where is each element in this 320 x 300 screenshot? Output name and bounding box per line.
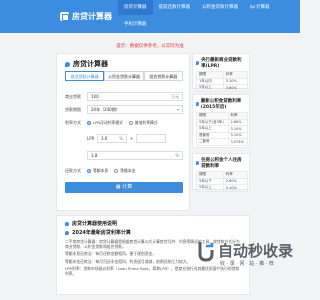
radio-base-mode[interactable]: 基准利率模式 xyxy=(128,119,158,126)
housing-fund-table: 期限 利率 5年以下 2.60% 5年以上 3.10% xyxy=(196,171,249,192)
nav-item-lpr[interactable]: lpr计算器 xyxy=(244,0,275,15)
fund-rate-table: 期限 利率 5年以下(含5年) 2.60% 5年以上 3.10% 首套房 3.10% 二… xyxy=(196,112,248,146)
lpr-rate-title: 央行最新商业贷款利率(LPR) xyxy=(193,54,249,71)
calculate-button-label: 计算 xyxy=(122,184,133,190)
notice-text: 提示：数据仅供参考，以实际为准 xyxy=(116,44,184,49)
table-row: 5年以上 3.60% xyxy=(196,84,249,92)
bp-input[interactable] xyxy=(136,134,167,143)
housing-fund-title-text: 住房公积金个人住房贷款利率 xyxy=(201,158,242,169)
nav-item-mobile[interactable]: 手机计算器 xyxy=(118,17,153,32)
location-pin-icon xyxy=(196,102,199,106)
loan-amount-label: 商业贷款 xyxy=(65,93,81,99)
rate-unit: % xyxy=(175,153,179,158)
page-title: 房贷计算器 xyxy=(65,59,108,69)
location-pin-icon xyxy=(196,61,200,65)
location-pin-icon xyxy=(196,161,200,165)
housing-fund-card: 住房公积金个人住房贷款利率 期限 利率 5年以下 2.60% 5年以上 3.10% xyxy=(192,153,250,192)
lpr-input[interactable]: 3.6 % xyxy=(97,134,127,143)
fund-rate-title-text: 最新公积金贷款利率(2015年后) xyxy=(200,99,242,110)
repay-mode-row: 还款方式 等额本息 等额本金 xyxy=(65,166,183,175)
housing-fund-title: 住房公积金个人住房贷款利率 xyxy=(193,154,249,171)
radio-equal-payment[interactable]: 等额本息 xyxy=(87,168,108,174)
table-cell: 5年以上 xyxy=(196,184,224,192)
rate-mode-label: 利率方式 xyxy=(65,119,81,125)
table-cell: 3.10% xyxy=(222,184,249,192)
radio-lpr-mode[interactable]: LPR浮动利率模式 xyxy=(87,120,123,126)
top-navigation-bar: 房贷计算器 房贷计算器 提前还款计算器 公积金贷款计算器 lpr计算器 手机计算… xyxy=(0,0,300,33)
usage-info-subtitle-text: 2024年最新房贷利率计算 xyxy=(72,230,131,236)
lpr-rate-table: 期限 利率 1年以内 3.10% 5年以上 3.60% xyxy=(196,71,249,92)
page-title-text: 房贷计算器 xyxy=(73,60,108,68)
lpr-label: LPR xyxy=(87,136,95,141)
location-pin-icon xyxy=(65,230,69,235)
nav-item-fund[interactable]: 公积金贷款计算器 xyxy=(196,0,244,15)
repay-mode-label: 还款方式 xyxy=(65,167,81,173)
tab-commercial[interactable]: 商业贷款计算器 xyxy=(65,71,105,81)
table-cell: 3.60% xyxy=(222,84,249,92)
rate-input[interactable]: 3.8 % xyxy=(87,151,183,160)
nav-item-mortgage[interactable]: 房贷计算器 xyxy=(118,0,153,15)
nav-item-prepay[interactable]: 提前还款计算器 xyxy=(153,0,197,15)
watermark-main-text: 自动秒收录 xyxy=(218,242,294,260)
radio-dot-icon xyxy=(128,120,133,125)
loan-amount-value: 100 xyxy=(91,94,99,99)
radio-dot-icon xyxy=(87,120,91,125)
calculate-button[interactable]: ▦ 计算 xyxy=(65,182,183,193)
radio-equal-principal[interactable]: 等额本金 xyxy=(114,168,135,174)
radio-lpr-label: LPR浮动利率模式 xyxy=(93,119,123,125)
lpr-rate-card: 央行最新商业贷款利率(LPR) 期限 利率 1年以内 3.10% 5年以上 3.60% xyxy=(192,53,250,92)
tab-combined[interactable]: 组合贷款计算器 xyxy=(143,71,183,81)
table-cell: 3.575% xyxy=(227,138,248,146)
usage-info-title: 房贷计算器使用说明 xyxy=(57,216,249,229)
loan-term-row: 贷款期限 20年（240期） ▾ xyxy=(65,105,183,114)
radio-dot-icon xyxy=(114,168,119,173)
watermark: 自动秒收录 收 · 录 · 网 · 站 · 推 · 荐 xyxy=(196,236,296,276)
fund-rate-title: 最新公积金贷款利率(2015年后) xyxy=(193,95,249,112)
plus-sign: + xyxy=(130,136,134,141)
lpr-rate-title-text: 央行最新商业贷款利率(LPR) xyxy=(201,58,242,69)
table-cell: 二套房 xyxy=(196,138,229,146)
table-cell: 5年以下(含5年) xyxy=(196,118,229,126)
logo-text: 房贷计算器 xyxy=(72,11,112,21)
watermark-logo-icon xyxy=(198,242,214,262)
fund-rate-card: 最新公积金贷款利率(2015年后) 期限 利率 5年以下(含5年) 2.60% 5年… xyxy=(192,94,250,148)
radio-dot-icon xyxy=(87,168,91,173)
watermark-sub-text: 收 · 录 · 网 · 站 · 推 · 荐 xyxy=(220,261,274,267)
radio-equal-principal-label: 等额本金 xyxy=(120,167,136,173)
calculator-icon xyxy=(60,11,69,21)
loan-term-label: 贷款期限 xyxy=(65,106,81,112)
radio-equal-payment-label: 等额本息 xyxy=(93,167,109,173)
lpr-value: 3.6 xyxy=(101,136,108,141)
rate-value: 3.8 xyxy=(91,153,98,158)
loan-term-value: 20年（240期） xyxy=(91,107,120,112)
lpr-unit: % xyxy=(119,136,123,141)
table-cell: 5年以上 xyxy=(196,84,224,92)
table-row: 5年以上 3.10% xyxy=(196,184,249,192)
location-pin-icon xyxy=(65,221,69,226)
lpr-row: LPR 3.6 % + xyxy=(65,134,183,143)
tab-fund[interactable]: 公积金贷款计算器 xyxy=(104,71,144,81)
chevron-down-icon: ▾ xyxy=(176,107,179,112)
rate-row: 3.8 % xyxy=(65,151,183,160)
location-pin-icon xyxy=(65,61,70,67)
loan-amount-row: 商业贷款 100 万元 xyxy=(65,92,183,101)
loan-amount-input[interactable]: 100 万元 xyxy=(87,92,183,101)
calculator-panel: 房贷计算器 商业贷款计算器 公积金贷款计算器 组合贷款计算器 商业贷款 100 … xyxy=(56,53,190,211)
radio-base-label: 基准利率模式 xyxy=(134,119,158,125)
table-row: 二套房 3.575% xyxy=(196,138,248,146)
usage-info-title-text: 房贷计算器使用说明 xyxy=(72,221,118,227)
calculator-tabs: 商业贷款计算器 公积金贷款计算器 组合贷款计算器 xyxy=(65,71,183,81)
main-nav: 房贷计算器 提前还款计算器 公积金贷款计算器 lpr计算器 手机计算器 xyxy=(118,0,298,33)
loan-term-select[interactable]: 20年（240期） ▾ xyxy=(87,105,183,114)
site-logo[interactable]: 房贷计算器 xyxy=(60,10,112,22)
rate-mode-row: 利率方式 LPR浮动利率模式 基准利率模式 xyxy=(65,118,183,127)
loan-amount-unit: 万元 xyxy=(171,94,179,99)
